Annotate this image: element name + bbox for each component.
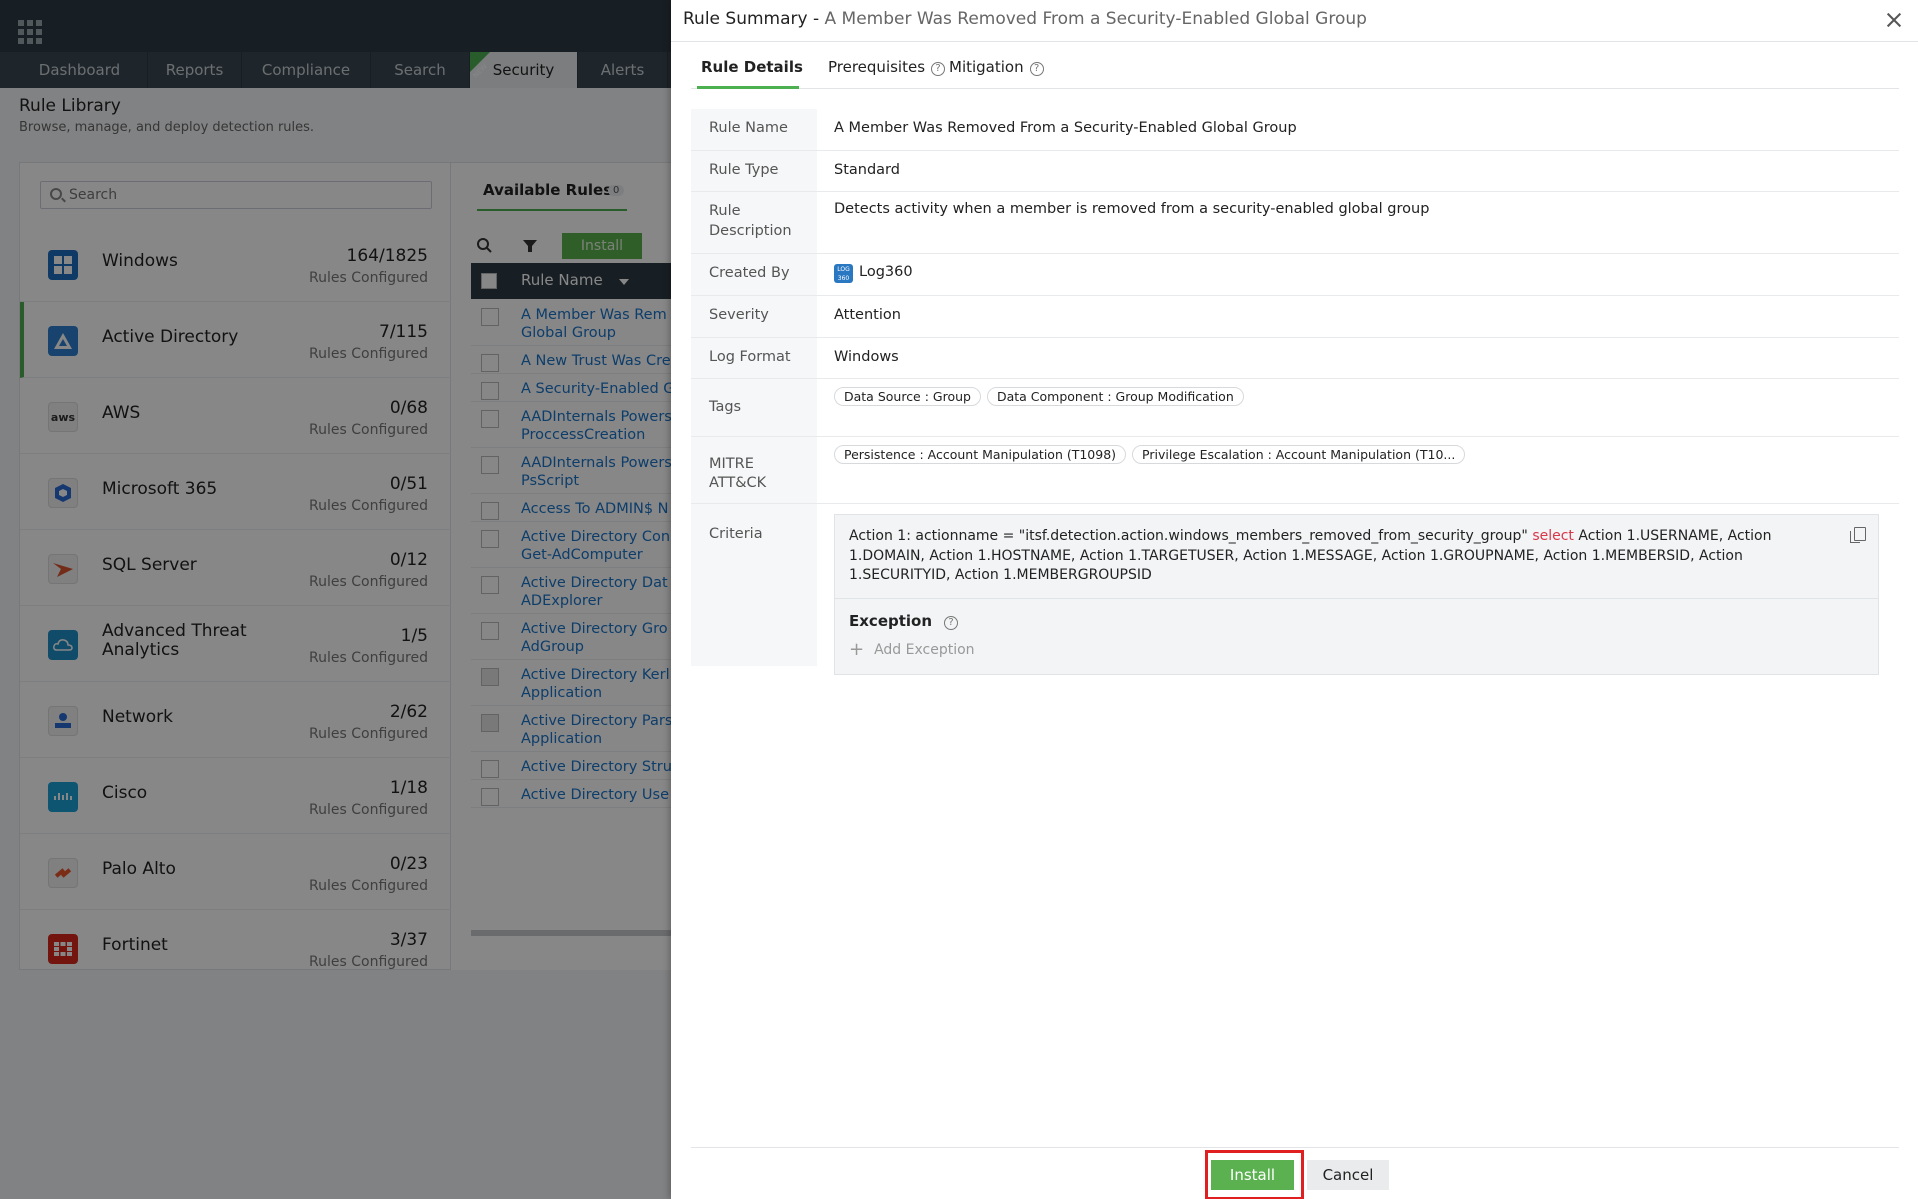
- exception-label: Exception: [849, 612, 933, 630]
- severity-value: Attention: [834, 307, 901, 323]
- mitre-chip[interactable]: Privilege Escalation : Account Manipulat…: [1132, 445, 1466, 464]
- row-tags: Tags Data Source : Group Data Component :…: [691, 379, 1899, 437]
- field-label: Criteria: [691, 504, 817, 666]
- add-exception-label: Add Exception: [874, 642, 975, 658]
- drawer-title: Rule Summary - A Member Was Removed From…: [683, 9, 1367, 29]
- row-mitre: MITRE ATT&CK Persistence : Account Manip…: [691, 437, 1899, 504]
- tab-active-underline: [697, 86, 799, 89]
- criteria-action: Action 1: actionname = "itsf.detection.a…: [849, 528, 1528, 544]
- criteria-keyword: select: [1532, 528, 1574, 544]
- drawer-title-rule: A Member Was Removed From a Security-Ena…: [824, 9, 1367, 29]
- rule-type-value: Standard: [834, 162, 900, 178]
- field-label: Created By: [691, 254, 817, 295]
- row-rule-type: Rule Type Standard: [691, 151, 1899, 192]
- help-icon[interactable]: ?: [944, 616, 959, 630]
- tags-value: Data Source : Group Data Component : Grou…: [834, 387, 1250, 406]
- help-icon[interactable]: ?: [1029, 62, 1044, 76]
- field-label: MITRE ATT&CK: [691, 437, 817, 503]
- drawer-title-prefix: Rule Summary -: [683, 9, 820, 29]
- add-exception-link[interactable]: + Add Exception: [849, 639, 975, 660]
- criteria-box: Action 1: actionname = "itsf.detection.a…: [834, 514, 1879, 675]
- mitre-value: Persistence : Account Manipulation (T109…: [834, 445, 1471, 464]
- mitre-chip[interactable]: Persistence : Account Manipulation (T109…: [834, 445, 1127, 464]
- log360-logo-icon: LOG 360: [834, 264, 853, 283]
- tab-label: Mitigation: [949, 58, 1024, 76]
- field-label: Rule Name: [691, 109, 817, 150]
- row-log-format: Log Format Windows: [691, 338, 1899, 379]
- copy-icon[interactable]: [1850, 527, 1866, 543]
- field-label: Severity: [691, 296, 817, 337]
- created-by-text: Log360: [859, 264, 913, 280]
- row-created-by: Created By LOG 360 Log360: [691, 254, 1899, 296]
- rule-summary-drawer: Rule Summary - A Member Was Removed From…: [671, 0, 1918, 1199]
- plus-icon: +: [849, 639, 865, 660]
- rule-description-value: Detects activity when a member is remove…: [834, 201, 1430, 217]
- tag-chip: Data Source : Group: [834, 387, 981, 406]
- row-severity: Severity Attention: [691, 296, 1899, 338]
- field-label: Log Format: [691, 338, 817, 378]
- drawer-footer: Install Cancel: [691, 1147, 1899, 1199]
- field-label: Rule Type: [691, 151, 817, 191]
- row-rule-name: Rule Name A Member Was Removed From a Se…: [691, 109, 1899, 151]
- tab-rule-details[interactable]: Rule Details: [701, 58, 803, 76]
- criteria-expression: Action 1: actionname = "itsf.detection.a…: [835, 515, 1878, 599]
- modal-backdrop[interactable]: [0, 0, 671, 1199]
- field-label: Rule Description: [691, 192, 817, 253]
- exception-title: Exception?: [849, 612, 959, 630]
- tab-prerequisites[interactable]: Prerequisites?: [828, 58, 946, 76]
- drawer-header: Rule Summary - A Member Was Removed From…: [671, 0, 1918, 42]
- row-criteria: Criteria Action 1: actionname = "itsf.de…: [691, 504, 1899, 675]
- created-by-value: LOG 360 Log360: [834, 264, 913, 283]
- tab-label: Prerequisites: [828, 58, 926, 76]
- help-icon[interactable]: ?: [931, 62, 946, 76]
- tab-label: Rule Details: [701, 58, 803, 76]
- field-label: Tags: [691, 379, 817, 436]
- log-format-value: Windows: [834, 349, 899, 365]
- drawer-tabs: Rule Details Prerequisites? Mitigation?: [691, 42, 1899, 89]
- tab-mitigation[interactable]: Mitigation?: [949, 58, 1044, 76]
- tag-chip: Data Component : Group Modification: [986, 387, 1244, 406]
- row-rule-description: Rule Description Detects activity when a…: [691, 192, 1899, 254]
- install-button[interactable]: Install: [1211, 1160, 1294, 1190]
- cancel-button[interactable]: Cancel: [1307, 1160, 1389, 1190]
- rule-name-value: A Member Was Removed From a Security-Ena…: [834, 120, 1297, 136]
- close-icon[interactable]: [1886, 12, 1902, 28]
